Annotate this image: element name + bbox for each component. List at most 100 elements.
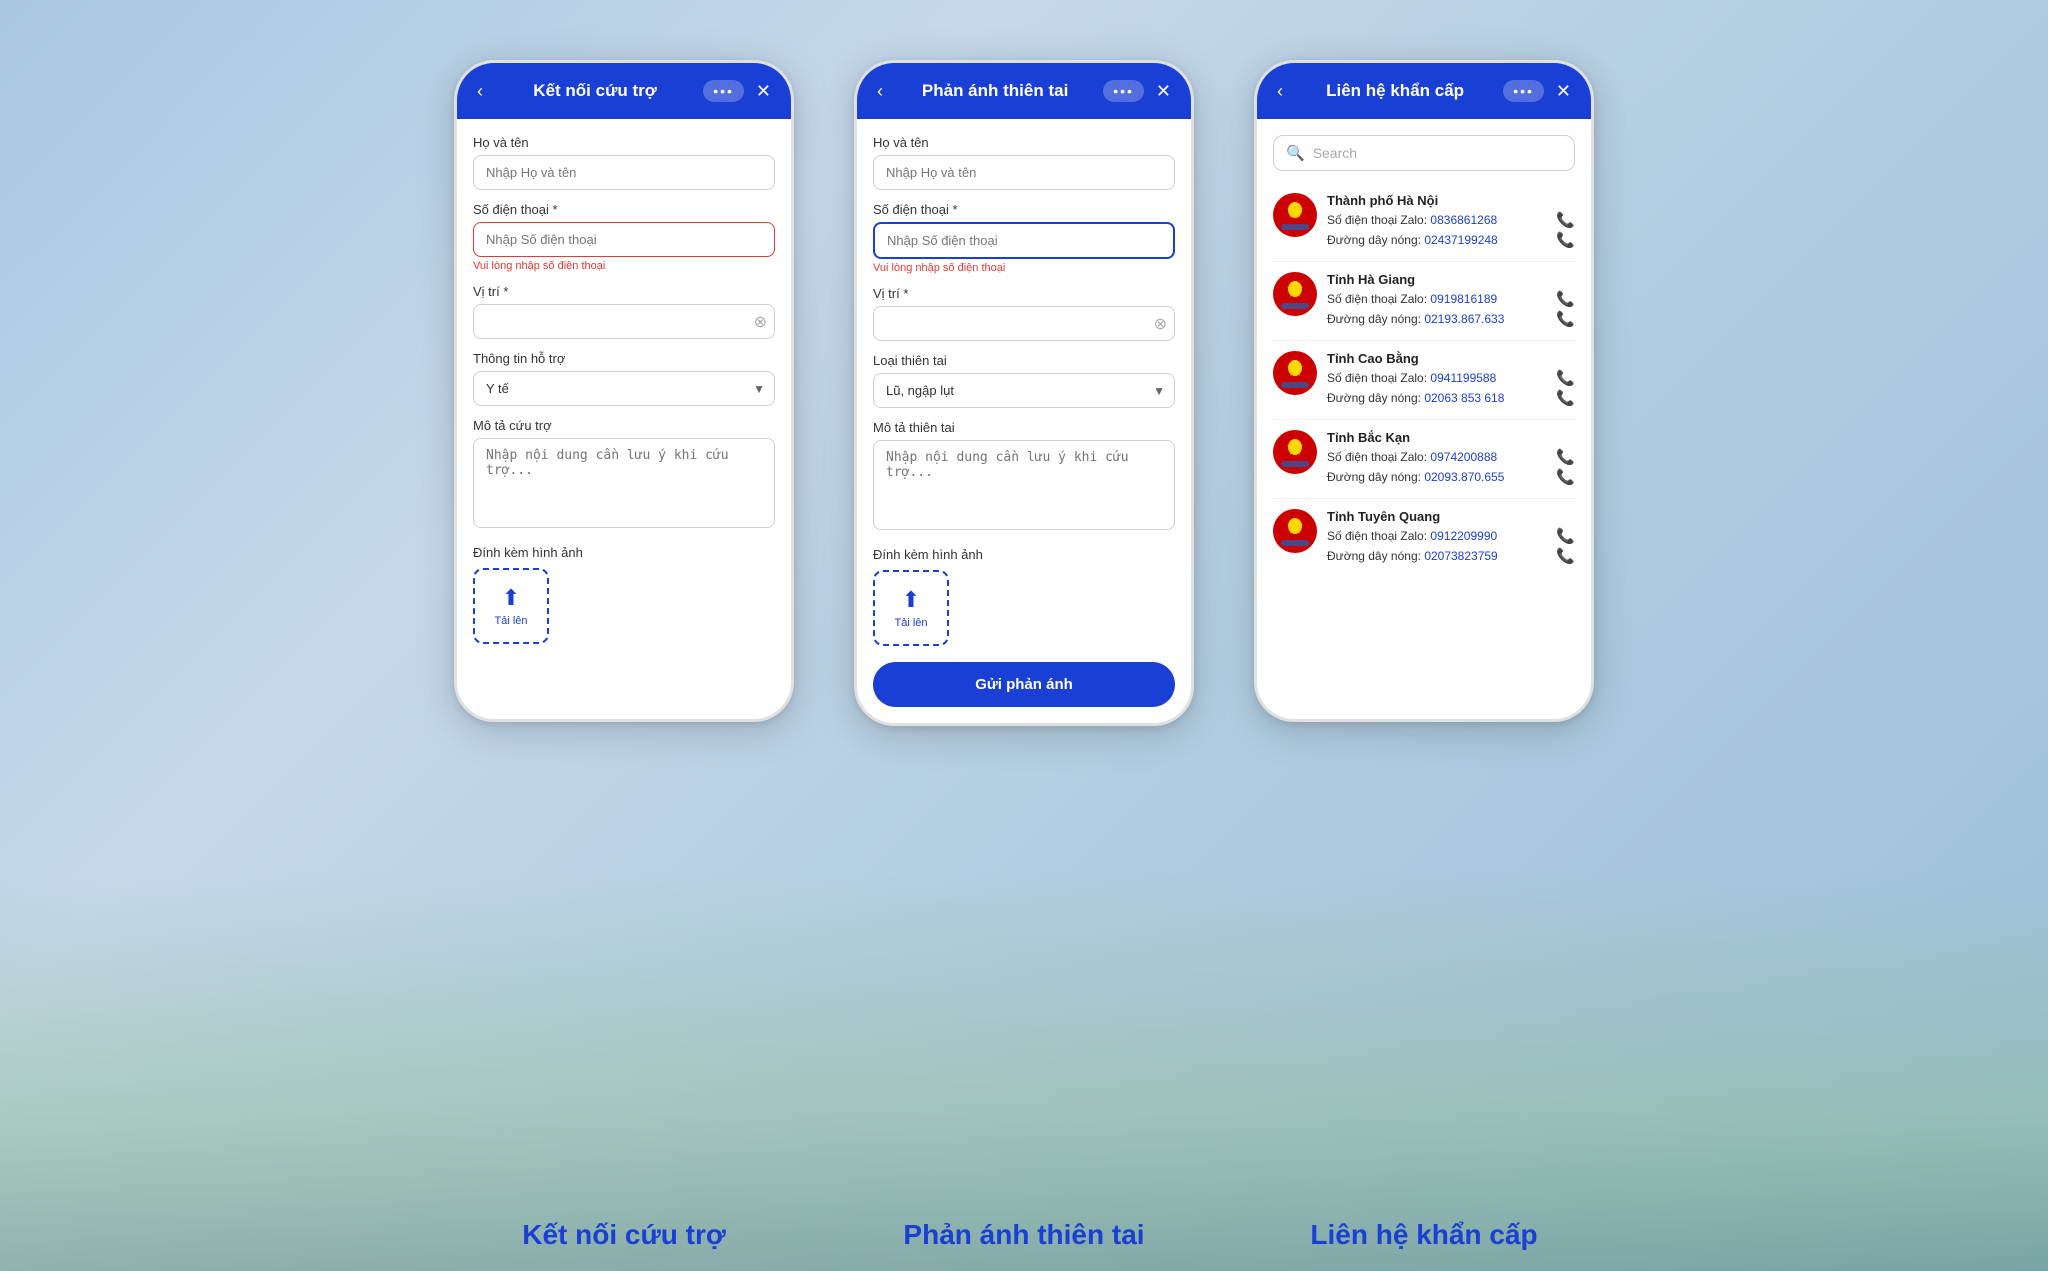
contact-row-zalo-0: Số điện thoại Zalo: 0836861268 📞 xyxy=(1327,211,1575,229)
contact-name-3: Tỉnh Bắc Kạn xyxy=(1327,430,1575,445)
call-icon-hotline-0[interactable]: 📞 xyxy=(1556,231,1575,249)
phone-error-1: Vui lòng nhập số điện thoại xyxy=(473,260,775,272)
contact-zalo-number-4[interactable]: 0912209990 xyxy=(1430,529,1497,543)
clear-location-2[interactable]: ⊗ xyxy=(1154,314,1167,334)
contact-avatar-1 xyxy=(1273,272,1317,316)
call-icon-zalo-3[interactable]: 📞 xyxy=(1556,448,1575,466)
header-left-3: ‹ xyxy=(1273,79,1287,104)
name-input-1[interactable] xyxy=(473,155,775,190)
support-label-1: Thông tin hỗ trợ xyxy=(473,351,775,366)
contact-zalo-number-0[interactable]: 0836861268 xyxy=(1430,213,1497,227)
header-left-2: ‹ xyxy=(873,79,887,104)
support-select-1[interactable]: Y tế xyxy=(473,371,775,406)
attach-section-1: Đính kèm hình ảnh ⬆ Tải lên xyxy=(473,545,775,644)
desc-textarea-1[interactable] xyxy=(473,438,775,528)
dots-menu-3[interactable]: ••• xyxy=(1503,80,1544,102)
attach-label-1: Đính kèm hình ảnh xyxy=(473,545,775,560)
contact-info-4: Tỉnh Tuyên Quang Số điện thoại Zalo: 091… xyxy=(1327,509,1575,567)
phone-frame-2: ‹ Phản ánh thiên tai ••• ✕ Họ và tên Số … xyxy=(854,60,1194,726)
desc-label-1: Mô tả cứu trợ xyxy=(473,418,775,433)
attach-section-2: Đính kèm hình ảnh ⬆ Tải lên xyxy=(873,547,1175,646)
back-button-1[interactable]: ‹ xyxy=(473,79,487,104)
contact-zalo-label-0: Số điện thoại Zalo: 0836861268 xyxy=(1327,213,1497,227)
disaster-label-2: Loại thiên tai xyxy=(873,353,1175,368)
disaster-select-2[interactable]: Lũ, ngập lụt xyxy=(873,373,1175,408)
phone-body-1: Họ và tên Số điện thoại * Vui lòng nhập … xyxy=(457,119,791,719)
call-icon-hotline-3[interactable]: 📞 xyxy=(1556,468,1575,486)
contact-zalo-number-1[interactable]: 0919816189 xyxy=(1430,292,1497,306)
caption-1: Kết nối cứu trợ xyxy=(454,1219,794,1251)
call-icon-hotline-1[interactable]: 📞 xyxy=(1556,310,1575,328)
contact-name-0: Thành phố Hà Nội xyxy=(1327,193,1575,208)
contact-hotline-number-2[interactable]: 02063 853 618 xyxy=(1424,391,1504,405)
contact-row-hotline-2: Đường dây nóng: 02063 853 618 📞 xyxy=(1327,389,1575,407)
contact-avatar-0 xyxy=(1273,193,1317,237)
contact-item-3: Tỉnh Bắc Kạn Số điện thoại Zalo: 0974200… xyxy=(1273,420,1575,499)
dots-menu-2[interactable]: ••• xyxy=(1103,80,1144,102)
call-icon-hotline-2[interactable]: 📞 xyxy=(1556,389,1575,407)
phone-phan-anh-thien-tai: ‹ Phản ánh thiên tai ••• ✕ Họ và tên Số … xyxy=(854,60,1194,726)
contact-row-hotline-1: Đường dây nóng: 02193.867.633 📞 xyxy=(1327,310,1575,328)
contact-zalo-number-3[interactable]: 0974200888 xyxy=(1430,450,1497,464)
contact-row-zalo-3: Số điện thoại Zalo: 0974200888 📞 xyxy=(1327,448,1575,466)
phone-title-3: Liên hệ khẩn cấp xyxy=(1287,81,1503,101)
contact-hotline-label-3: Đường dây nóng: 02093.870.655 xyxy=(1327,470,1504,484)
contact-row-hotline-0: Đường dây nóng: 02437199248 📞 xyxy=(1327,231,1575,249)
contact-hotline-number-0[interactable]: 02437199248 xyxy=(1424,233,1497,247)
location-input-2[interactable] xyxy=(873,306,1175,341)
contact-hotline-number-3[interactable]: 02093.870.655 xyxy=(1424,470,1504,484)
location-input-1[interactable] xyxy=(473,304,775,339)
back-button-2[interactable]: ‹ xyxy=(873,79,887,104)
call-icon-zalo-0[interactable]: 📞 xyxy=(1556,211,1575,229)
phone-title-1: Kết nối cứu trợ xyxy=(487,81,703,101)
contact-item-0: Thành phố Hà Nội Số điện thoại Zalo: 083… xyxy=(1273,183,1575,262)
upload-icon-2: ⬆ xyxy=(902,587,920,613)
contact-zalo-label-4: Số điện thoại Zalo: 0912209990 xyxy=(1327,529,1497,543)
phone-frame-1: ‹ Kết nối cứu trợ ••• ✕ Họ và tên Số điệ… xyxy=(454,60,794,722)
phone-body-2: Họ và tên Số điện thoại * Vui lòng nhập … xyxy=(857,119,1191,723)
attach-btn-1[interactable]: ⬆ Tải lên xyxy=(473,568,549,644)
caption-3: Liên hệ khẩn cấp xyxy=(1254,1219,1594,1251)
name-label-1: Họ và tên xyxy=(473,135,775,150)
contact-hotline-number-1[interactable]: 02193.867.633 xyxy=(1424,312,1504,326)
search-placeholder: Search xyxy=(1313,145,1357,161)
close-button-1[interactable]: ✕ xyxy=(752,79,775,104)
clear-location-1[interactable]: ⊗ xyxy=(754,312,767,332)
contact-item-4: Tỉnh Tuyên Quang Số điện thoại Zalo: 091… xyxy=(1273,499,1575,577)
location-label-1: Vị trí * xyxy=(473,284,775,299)
call-icon-zalo-2[interactable]: 📞 xyxy=(1556,369,1575,387)
back-button-3[interactable]: ‹ xyxy=(1273,79,1287,104)
contact-avatar-4 xyxy=(1273,509,1317,553)
name-input-2[interactable] xyxy=(873,155,1175,190)
contact-hotline-label-1: Đường dây nóng: 02193.867.633 xyxy=(1327,312,1504,326)
dots-menu-1[interactable]: ••• xyxy=(703,80,744,102)
close-button-2[interactable]: ✕ xyxy=(1152,79,1175,104)
contact-row-zalo-1: Số điện thoại Zalo: 0919816189 📞 xyxy=(1327,290,1575,308)
desc-textarea-2[interactable] xyxy=(873,440,1175,530)
phone-input-1[interactable] xyxy=(473,222,775,257)
call-icon-zalo-4[interactable]: 📞 xyxy=(1556,527,1575,545)
phone-title-2: Phản ánh thiên tai xyxy=(887,81,1103,101)
contact-row-hotline-4: Đường dây nóng: 02073823759 📞 xyxy=(1327,547,1575,565)
phone-header-1: ‹ Kết nối cứu trợ ••• ✕ xyxy=(457,63,791,119)
contact-row-zalo-2: Số điện thoại Zalo: 0941199588 📞 xyxy=(1327,369,1575,387)
phone-header-2: ‹ Phản ánh thiên tai ••• ✕ xyxy=(857,63,1191,119)
phone-label-2: Số điện thoại * xyxy=(873,202,1175,217)
contact-zalo-label-3: Số điện thoại Zalo: 0974200888 xyxy=(1327,450,1497,464)
phone-input-2[interactable] xyxy=(873,222,1175,259)
close-button-3[interactable]: ✕ xyxy=(1552,79,1575,104)
submit-button-2[interactable]: Gửi phản ánh xyxy=(873,662,1175,707)
call-icon-hotline-4[interactable]: 📞 xyxy=(1556,547,1575,565)
contact-avatar-3 xyxy=(1273,430,1317,474)
attach-text-1: Tải lên xyxy=(494,615,527,627)
contact-hotline-label-4: Đường dây nóng: 02073823759 xyxy=(1327,549,1498,563)
contact-avatar-2 xyxy=(1273,351,1317,395)
header-right-2: ••• ✕ xyxy=(1103,79,1175,104)
contact-info-1: Tỉnh Hà Giang Số điện thoại Zalo: 091981… xyxy=(1327,272,1575,330)
support-select-wrapper-1: Y tế ▼ xyxy=(473,371,775,406)
contact-zalo-number-2[interactable]: 0941199588 xyxy=(1430,371,1496,385)
contact-hotline-number-4[interactable]: 02073823759 xyxy=(1424,549,1497,563)
contact-info-2: Tỉnh Cao Bằng Số điện thoại Zalo: 094119… xyxy=(1327,351,1575,409)
attach-btn-2[interactable]: ⬆ Tải lên xyxy=(873,570,949,646)
call-icon-zalo-1[interactable]: 📞 xyxy=(1556,290,1575,308)
